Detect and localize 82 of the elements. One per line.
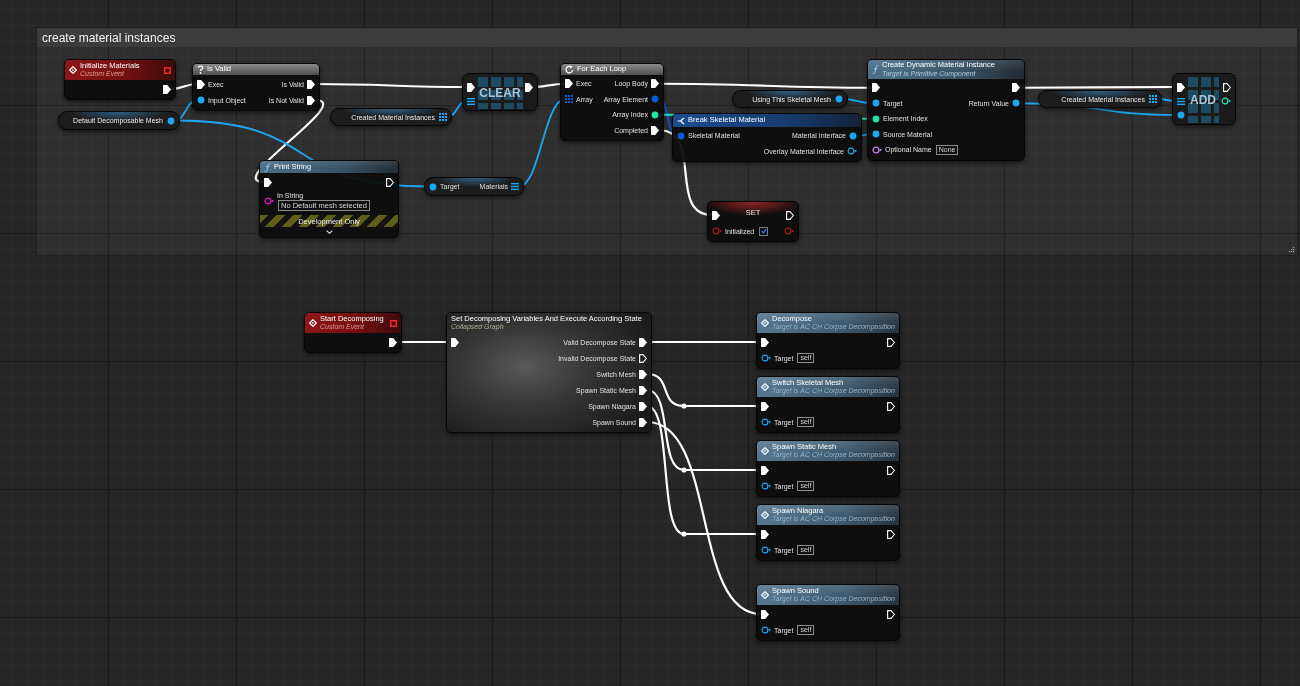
- exec-pin-icon[interactable]: [307, 79, 315, 89]
- resize-grip-icon[interactable]: [1288, 246, 1295, 253]
- data-pin-icon[interactable]: [872, 99, 880, 108]
- exec-pin-icon[interactable]: [639, 401, 647, 411]
- exec-pin-icon[interactable]: [887, 609, 895, 619]
- checkbox[interactable]: [759, 226, 769, 236]
- exec-pin-icon[interactable]: [525, 82, 533, 92]
- exec-pin-icon[interactable]: [712, 210, 720, 220]
- data-pin-icon[interactable]: [761, 626, 771, 634]
- exec-pin-icon[interactable]: [1012, 83, 1020, 93]
- exec-pin-icon[interactable]: [307, 95, 315, 105]
- diamond-icon: [761, 319, 769, 327]
- exec-pin-icon[interactable]: [163, 84, 171, 94]
- data-pin-icon[interactable]: [872, 145, 882, 154]
- diamond-icon: [309, 319, 317, 327]
- exec-pin-icon[interactable]: [887, 337, 895, 347]
- data-pin-icon[interactable]: [761, 418, 771, 426]
- function-icon: [264, 162, 271, 172]
- exec-pin-icon[interactable]: [761, 337, 769, 347]
- exec-pin-icon[interactable]: [565, 79, 573, 89]
- chevron-down-icon[interactable]: [325, 230, 333, 234]
- exec-pin-icon[interactable]: [264, 177, 272, 187]
- exec-pin-icon[interactable]: [651, 125, 659, 135]
- node-title: ADD: [1187, 76, 1219, 123]
- data-pin-icon[interactable]: [761, 482, 771, 490]
- exec-pin-icon[interactable]: [197, 79, 205, 89]
- data-pin-icon[interactable]: [1221, 97, 1231, 105]
- diamond-icon: [761, 511, 769, 519]
- list-pin-icon[interactable]: [467, 97, 475, 105]
- exec-pin-icon[interactable]: [786, 210, 794, 220]
- data-pin-icon[interactable]: [835, 95, 843, 103]
- exec-pin-icon[interactable]: [872, 83, 880, 93]
- exec-pin-icon[interactable]: [651, 79, 659, 89]
- exec-pin-icon[interactable]: [639, 417, 647, 427]
- diamond-icon: [761, 591, 769, 599]
- data-pin-icon[interactable]: [1012, 99, 1020, 108]
- exec-pin-icon[interactable]: [389, 337, 397, 347]
- exec-pin-icon[interactable]: [1177, 82, 1185, 92]
- exec-pin-icon[interactable]: [451, 337, 459, 347]
- checkmark-icon: [760, 228, 767, 234]
- array-pin-icon[interactable]: [1149, 95, 1157, 103]
- exec-pin-icon[interactable]: [467, 82, 475, 92]
- list-pin-icon[interactable]: [511, 183, 519, 190]
- diamond-icon: [761, 447, 769, 455]
- function-icon: [872, 65, 879, 74]
- list-pin-icon[interactable]: [1177, 97, 1185, 105]
- data-pin-icon[interactable]: [197, 96, 205, 104]
- array-pin-icon[interactable]: [439, 113, 447, 121]
- square-pin-icon[interactable]: [164, 66, 171, 74]
- array-pin-icon[interactable]: [565, 95, 573, 104]
- exec-pin-icon[interactable]: [1223, 82, 1231, 92]
- data-pin-icon[interactable]: [264, 197, 274, 205]
- exec-pin-icon[interactable]: [761, 465, 769, 475]
- exec-pin-icon[interactable]: [887, 529, 895, 539]
- exec-pin-icon[interactable]: [386, 177, 394, 187]
- exec-pin-icon[interactable]: [887, 401, 895, 411]
- data-pin-icon[interactable]: [761, 354, 771, 362]
- loop-icon: [565, 65, 574, 74]
- data-pin-icon[interactable]: [761, 546, 771, 554]
- data-pin-icon[interactable]: [1177, 111, 1185, 119]
- data-pin-icon[interactable]: [849, 131, 857, 140]
- data-pin-icon[interactable]: [167, 116, 175, 125]
- question-icon: [197, 65, 204, 74]
- split-icon: [677, 116, 685, 125]
- exec-pin-icon[interactable]: [639, 385, 647, 395]
- exec-pin-icon[interactable]: [639, 337, 647, 347]
- exec-pin-icon[interactable]: [639, 369, 647, 379]
- node-title: CLEAR: [477, 76, 523, 109]
- diamond-icon: [69, 66, 77, 74]
- data-pin-icon[interactable]: [651, 110, 659, 119]
- exec-pin-icon[interactable]: [761, 529, 769, 539]
- square-pin-icon[interactable]: [390, 319, 397, 327]
- exec-pin-icon[interactable]: [761, 609, 769, 619]
- exec-pin-icon[interactable]: [639, 353, 647, 363]
- data-pin-icon[interactable]: [429, 182, 437, 191]
- data-pin-icon[interactable]: [847, 147, 857, 156]
- data-pin-icon[interactable]: [872, 114, 880, 123]
- exec-pin-icon[interactable]: [761, 401, 769, 411]
- diamond-icon: [761, 383, 769, 391]
- data-pin-icon[interactable]: [872, 130, 880, 139]
- comment-title: create material instances: [42, 30, 176, 45]
- exec-pin-icon[interactable]: [887, 465, 895, 475]
